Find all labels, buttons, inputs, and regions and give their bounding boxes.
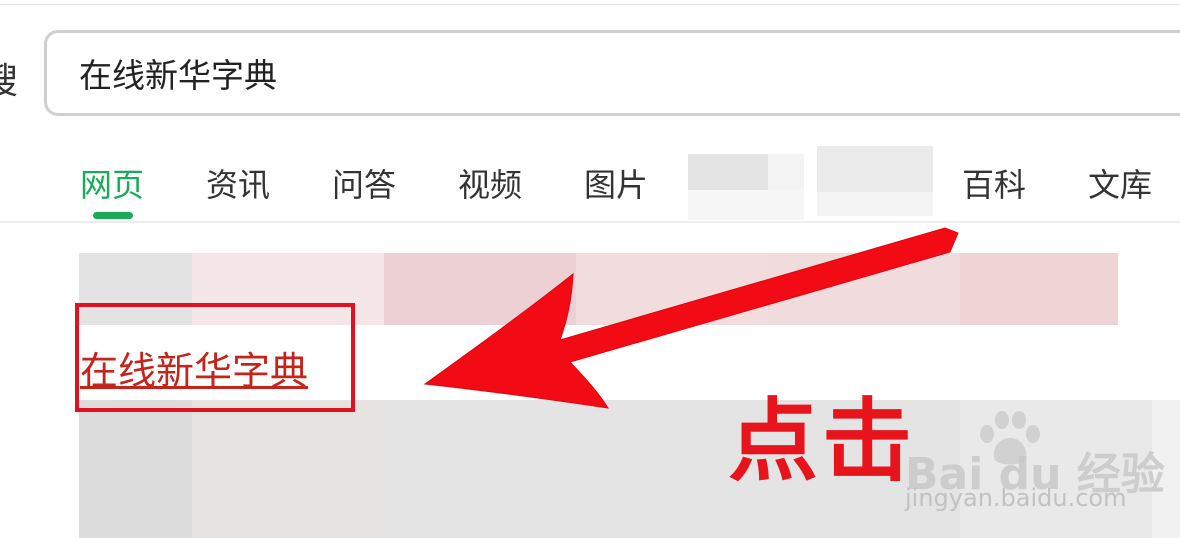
watermark-url: jingyan.baidu.com [905, 484, 1127, 512]
annotation-text: 点击 [728, 389, 916, 494]
